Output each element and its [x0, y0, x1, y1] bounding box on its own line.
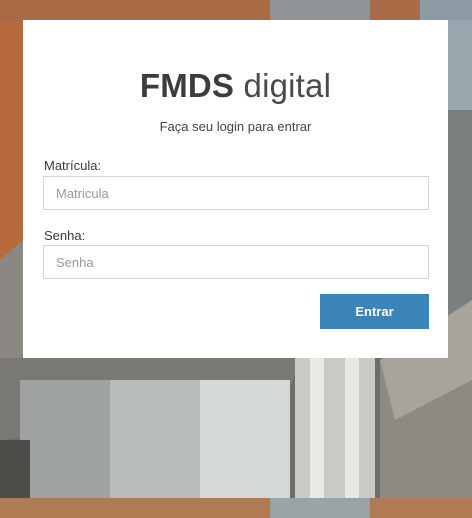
login-card: FMDS digital Faça seu login para entrar … [23, 20, 448, 358]
login-subtitle: Faça seu login para entrar [159, 119, 312, 134]
logo-bold-text: FMDS [139, 67, 235, 104]
app-logo: FMDS digital [23, 66, 448, 106]
senha-input[interactable] [43, 245, 429, 279]
entrar-button[interactable]: Entrar [320, 294, 429, 329]
matricula-label: Matrícula: [44, 158, 102, 173]
logo-light-text: digital [243, 67, 332, 104]
senha-label: Senha: [44, 228, 86, 243]
matricula-input[interactable] [43, 176, 429, 210]
